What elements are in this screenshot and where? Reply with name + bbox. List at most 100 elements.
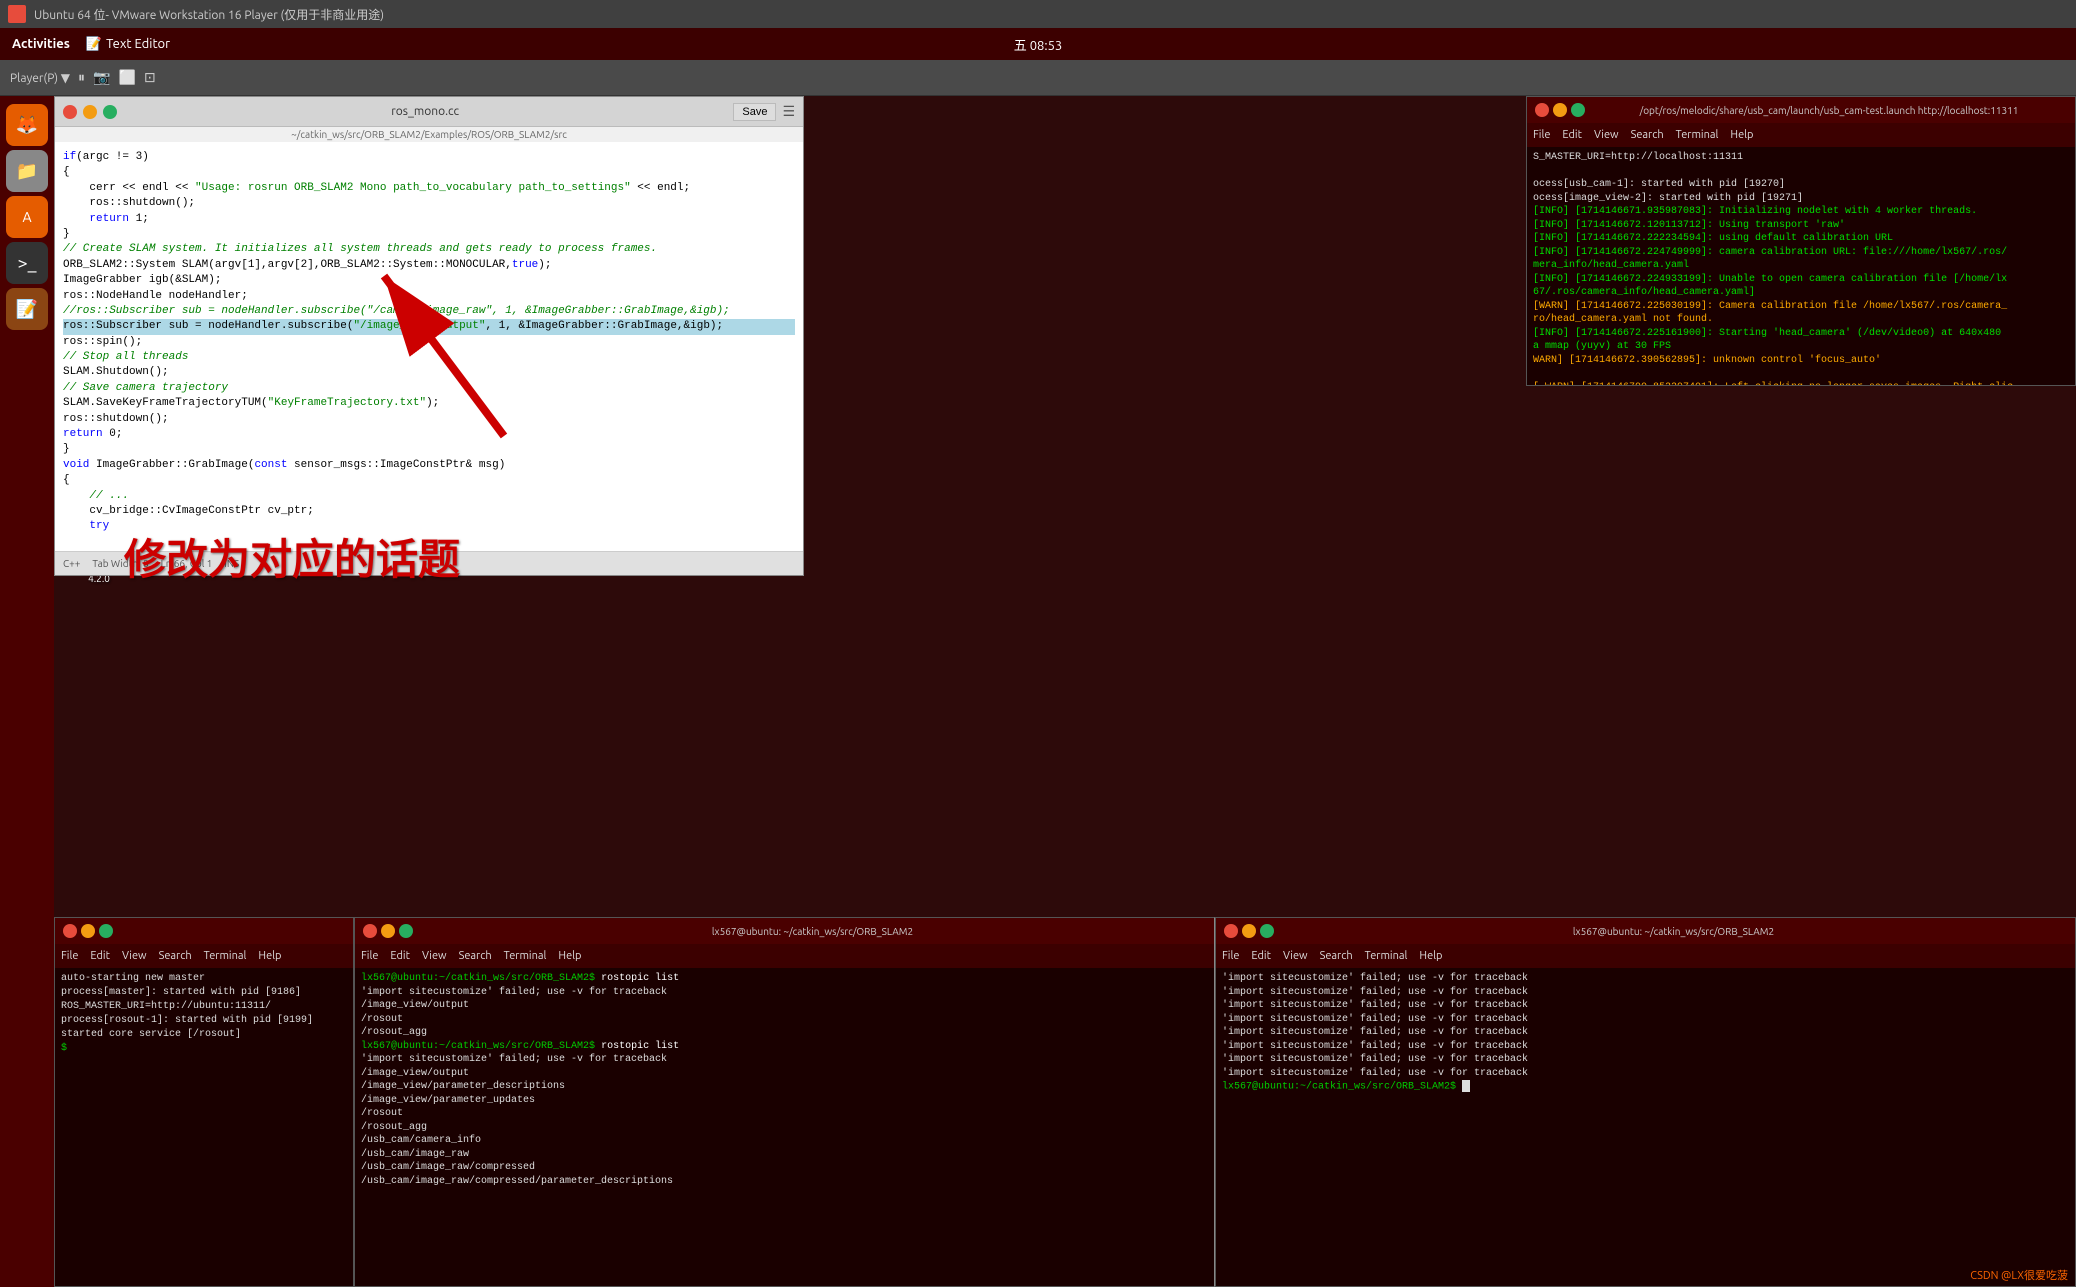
- sidebar-item-text-editor[interactable]: 📝: [6, 288, 48, 330]
- term-line: auto-starting new master: [61, 972, 347, 986]
- clock: 五 08:53: [1014, 35, 1063, 54]
- code-line: SLAM.Shutdown();: [63, 365, 795, 380]
- term-line: [1533, 367, 2069, 381]
- sidebar-item-firefox[interactable]: 🦊: [6, 104, 48, 146]
- sidebar-item-files[interactable]: 📁: [6, 150, 48, 192]
- mode-label: INS: [224, 558, 239, 569]
- term-line: 'import sitecustomize' failed; use -v fo…: [1222, 1013, 2069, 1027]
- menu-file[interactable]: File: [61, 950, 78, 962]
- code-line: ros::spin();: [63, 335, 795, 350]
- code-line: cerr << endl << "Usage: rosrun ORB_SLAM2…: [63, 181, 795, 196]
- term-line: WARN] [1714146672.390562895]: unknown co…: [1533, 354, 2069, 368]
- maximize-button[interactable]: [1260, 924, 1274, 938]
- bottom-left-content[interactable]: auto-starting new master process[master]…: [55, 968, 353, 1286]
- maximize-button[interactable]: [99, 924, 113, 938]
- menu-file[interactable]: File: [1533, 129, 1550, 141]
- sidebar-item-terminal[interactable]: >_: [6, 242, 48, 284]
- term-line: [INFO] [1714146671.935987083]: Initializ…: [1533, 205, 2069, 219]
- term-line: /image_view/parameter_descriptions: [361, 1080, 1208, 1094]
- terminal-bottom-right: lx567@ubuntu: ~/catkin_ws/src/ORB_SLAM2 …: [1215, 917, 2076, 1287]
- term-line: started core service [/rosout]: [61, 1028, 347, 1042]
- language-label: C++: [63, 558, 80, 569]
- menu-terminal[interactable]: Terminal: [204, 950, 247, 962]
- term-line: 'import sitecustomize' failed; use -v fo…: [1222, 1053, 2069, 1067]
- term-line: ROS_MASTER_URI=http://ubuntu:11311/: [61, 1000, 347, 1014]
- code-line-highlighted: ros::Subscriber sub = nodeHandler.subscr…: [63, 319, 795, 334]
- code-line: ros::shutdown();: [63, 196, 795, 211]
- menu-help[interactable]: Help: [258, 950, 281, 962]
- text-editor-label: Text Editor: [106, 37, 170, 51]
- unity-icon[interactable]: ⊡: [144, 69, 156, 86]
- bottom-area: File Edit View Search Terminal Help auto…: [54, 917, 2076, 1287]
- text-editor-taskbar-button[interactable]: 📝 Text Editor: [86, 37, 170, 52]
- menu-view[interactable]: View: [1283, 950, 1308, 962]
- menu-help[interactable]: Help: [1419, 950, 1442, 962]
- menu-help[interactable]: Help: [558, 950, 581, 962]
- text-editor-icon: 📝: [86, 37, 102, 52]
- term-line: [INFO] [1714146672.120113712]: Using tra…: [1533, 219, 2069, 233]
- menu-edit[interactable]: Edit: [1251, 950, 1271, 962]
- menu-terminal[interactable]: Terminal: [1676, 129, 1719, 141]
- bottom-left-terminal: File Edit View Search Terminal Help auto…: [54, 917, 354, 1287]
- menu-search[interactable]: Search: [1631, 129, 1664, 141]
- save-button[interactable]: Save: [733, 103, 776, 121]
- close-button[interactable]: [63, 105, 77, 119]
- terminal-bottom-left-titlebar: lx567@ubuntu: ~/catkin_ws/src/ORB_SLAM2: [355, 918, 1214, 944]
- minimize-button[interactable]: [381, 924, 395, 938]
- pause-icon[interactable]: ⏸: [78, 69, 85, 86]
- term-line: /image_view/parameter_updates: [361, 1094, 1208, 1108]
- menu-search[interactable]: Search: [459, 950, 492, 962]
- minimize-button[interactable]: [83, 105, 97, 119]
- menu-terminal[interactable]: Terminal: [1365, 950, 1408, 962]
- activities-button[interactable]: Activities: [12, 37, 70, 51]
- editor-filename: ros_mono.cc: [117, 105, 733, 118]
- text-editor-titlebar: ros_mono.cc Save ☰: [55, 97, 803, 127]
- terminal-top-right-titlebar: /opt/ros/melodic/share/usb_cam/launch/us…: [1527, 97, 2075, 123]
- term-line: /usb_cam/image_raw/compressed: [361, 1161, 1208, 1175]
- menu-search[interactable]: Search: [1320, 950, 1353, 962]
- menu-search[interactable]: Search: [159, 950, 192, 962]
- menu-view[interactable]: View: [1594, 129, 1619, 141]
- bottom-left-titlebar: [55, 918, 353, 944]
- code-line: // Create SLAM system. It initializes al…: [63, 242, 795, 257]
- maximize-button[interactable]: [103, 105, 117, 119]
- minimize-button[interactable]: [81, 924, 95, 938]
- screenshot-icon[interactable]: 📷: [93, 69, 110, 86]
- menu-file[interactable]: File: [1222, 950, 1239, 962]
- term-line: /usb_cam/camera_info: [361, 1134, 1208, 1148]
- bottom-terminal-left-content[interactable]: lx567@ubuntu:~/catkin_ws/src/ORB_SLAM2$ …: [355, 968, 1214, 1286]
- menu-icon[interactable]: ☰: [782, 103, 795, 120]
- terminal-bottom-left: lx567@ubuntu: ~/catkin_ws/src/ORB_SLAM2 …: [354, 917, 1215, 1287]
- code-editor[interactable]: if(argc != 3) { cerr << endl << "Usage: …: [55, 142, 803, 551]
- code-line: ORB_SLAM2::System SLAM(argv[1],argv[2],O…: [63, 258, 795, 273]
- sidebar-item-software[interactable]: A: [6, 196, 48, 238]
- term-line: /rosout: [361, 1013, 1208, 1027]
- menu-file[interactable]: File: [361, 950, 378, 962]
- menu-help[interactable]: Help: [1730, 129, 1753, 141]
- terminal-bottom-right-titlebar: lx567@ubuntu: ~/catkin_ws/src/ORB_SLAM2: [1216, 918, 2075, 944]
- menu-terminal[interactable]: Terminal: [504, 950, 547, 962]
- code-line: try: [63, 519, 795, 534]
- minimize-button[interactable]: [1553, 103, 1567, 117]
- menu-view[interactable]: View: [122, 950, 147, 962]
- maximize-button[interactable]: [399, 924, 413, 938]
- code-line: ImageGrabber igb(&SLAM);: [63, 273, 795, 288]
- close-button[interactable]: [63, 924, 77, 938]
- position-label: Ln 66, Col 1: [161, 558, 213, 569]
- term-line: [INFO] [1714146672.225161900]: Starting …: [1533, 327, 2069, 341]
- fullscreen-icon[interactable]: ⬜: [118, 69, 135, 86]
- menu-edit[interactable]: Edit: [390, 950, 410, 962]
- statusbar: C++ Tab Width: 8 Ln 66, Col 1 INS: [55, 551, 803, 575]
- term-line: lx567@ubuntu:~/catkin_ws/src/ORB_SLAM2$ …: [361, 1040, 1208, 1054]
- menu-view[interactable]: View: [422, 950, 447, 962]
- minimize-button[interactable]: [1242, 924, 1256, 938]
- terminal-top-right-content[interactable]: S_MASTER_URI=http://localhost:11311 oces…: [1527, 147, 2075, 385]
- code-line: return 0;: [63, 427, 795, 442]
- close-button[interactable]: [363, 924, 377, 938]
- close-button[interactable]: [1224, 924, 1238, 938]
- bottom-terminal-right-content[interactable]: 'import sitecustomize' failed; use -v fo…: [1216, 968, 2075, 1286]
- menu-edit[interactable]: Edit: [1562, 129, 1582, 141]
- maximize-button[interactable]: [1571, 103, 1585, 117]
- menu-edit[interactable]: Edit: [90, 950, 110, 962]
- close-button[interactable]: [1535, 103, 1549, 117]
